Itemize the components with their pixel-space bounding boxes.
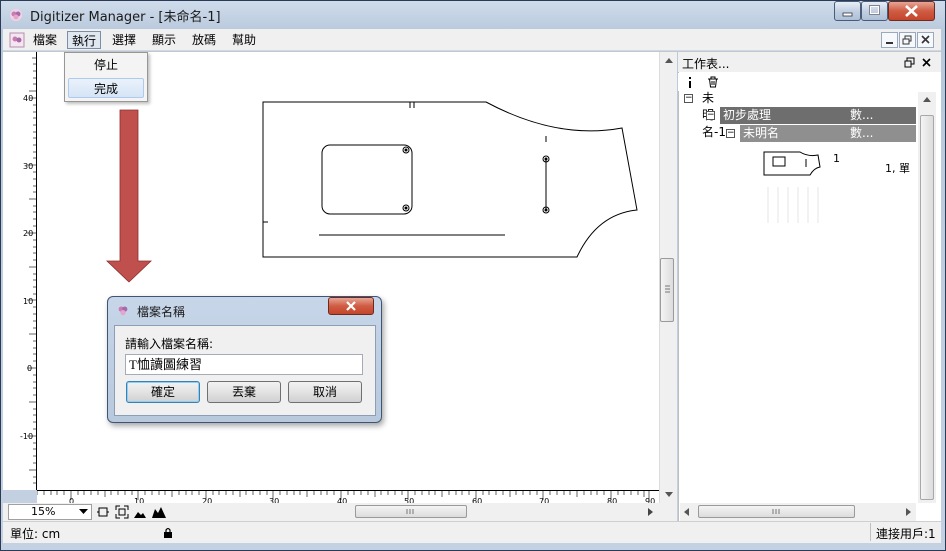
grip-icon	[406, 509, 414, 514]
vertical-ruler: 40 30 20 10 0 -10	[3, 52, 37, 490]
fit-all-icon[interactable]	[115, 505, 129, 519]
ruler-label: 30	[23, 162, 33, 171]
collapse-icon[interactable]: −	[706, 111, 715, 120]
undock-icon[interactable]	[904, 57, 915, 68]
filename-input[interactable]: T恤讀圖練習	[125, 354, 363, 375]
close-icon[interactable]	[921, 57, 932, 68]
minimize-icon	[842, 12, 853, 17]
ruler-label: 40	[23, 94, 33, 103]
dialog-title: 檔案名稱	[137, 305, 186, 319]
maximize-icon	[869, 5, 880, 15]
app-icon	[10, 9, 22, 21]
unit-label: 單位: cm	[10, 527, 61, 541]
collapse-icon[interactable]: −	[726, 129, 735, 138]
lock-icon	[164, 527, 172, 538]
menu-item-stop[interactable]: 停止	[68, 55, 144, 75]
tree-group-label: 初步處理	[723, 108, 772, 122]
piece-info: 1, 單	[885, 162, 910, 175]
app-icon	[118, 306, 128, 316]
close-icon	[346, 301, 356, 311]
ruler-label: 20	[23, 229, 33, 238]
zoom-small-icon[interactable]	[133, 505, 147, 519]
pattern-thumbnail	[763, 151, 821, 223]
menu-select[interactable]: 選擇	[108, 31, 140, 49]
mdi-minimize-button[interactable]	[881, 32, 898, 48]
tree-child-label: 未明名	[743, 126, 780, 140]
menu-view[interactable]: 顯示	[148, 31, 180, 49]
tree-group-value: 數...	[850, 108, 874, 122]
menu-execute[interactable]: 執行	[67, 31, 102, 49]
zoom-large-icon[interactable]	[151, 505, 167, 519]
execute-menu-dropdown: 停止 完成	[64, 52, 148, 102]
maximize-button[interactable]	[861, 1, 888, 21]
window-title: Digitizer Manager - [未命名-1]	[30, 10, 221, 25]
vertical-ruler-ticks: 40 30 20 10 0 -10	[20, 57, 36, 484]
mdi-restore-button[interactable]	[899, 32, 916, 48]
status-divider	[870, 523, 871, 541]
tree-child-value: 數...	[850, 126, 874, 140]
collapse-icon[interactable]: −	[684, 94, 693, 103]
piece-thumbnail[interactable]	[758, 147, 828, 223]
mdi-close-button[interactable]	[917, 32, 934, 48]
restore-icon	[902, 35, 912, 45]
dialog-prompt: 請輸入檔案名稱:	[125, 337, 214, 351]
trash-icon[interactable]	[707, 76, 719, 88]
title-bar[interactable]: Digitizer Manager - [未命名-1]	[0, 0, 946, 30]
fit-width-icon[interactable]	[96, 505, 110, 519]
menu-grading[interactable]: 放碼	[188, 31, 220, 49]
piece-number: 1	[833, 152, 840, 165]
document-icon[interactable]	[9, 32, 25, 48]
status-bar	[3, 521, 941, 543]
ruler-label: -10	[20, 432, 33, 441]
ruler-label: 0	[27, 364, 32, 373]
pocket-rect	[321, 144, 413, 215]
scroll-right-icon[interactable]	[645, 506, 655, 518]
zoom-value: 15%	[31, 505, 56, 518]
info-icon[interactable]	[686, 77, 694, 89]
grip-icon	[665, 285, 670, 293]
chevron-down-icon	[79, 509, 88, 514]
menu-file[interactable]: 檔案	[29, 31, 61, 49]
down-arrow-icon	[102, 108, 156, 286]
discard-button[interactable]: 丟棄	[207, 381, 281, 403]
pattern-outline	[262, 101, 638, 258]
minimize-icon	[886, 42, 893, 44]
panel-vertical-scroll-thumb[interactable]	[920, 115, 934, 500]
panel-title: 工作表...	[682, 57, 730, 71]
grip-icon	[772, 509, 780, 514]
dialog-close-button[interactable]	[328, 297, 374, 315]
canvas-vertical-scroll-thumb[interactable]	[660, 258, 674, 322]
minimize-button[interactable]	[834, 1, 861, 21]
menu-help[interactable]: 幫助	[228, 31, 260, 49]
menu-item-finish[interactable]: 完成	[68, 78, 144, 98]
connection-status: 連接用戶:1	[876, 527, 936, 541]
close-icon	[921, 35, 930, 44]
zoom-select[interactable]: 15%	[8, 504, 92, 520]
ruler-label: 10	[23, 297, 33, 306]
panel-horizontal-scroll-thumb[interactable]	[698, 505, 855, 518]
cancel-button[interactable]: 取消	[288, 381, 362, 403]
canvas-horizontal-scroll-thumb[interactable]	[355, 505, 467, 518]
close-button[interactable]	[888, 1, 935, 21]
tree-group-row[interactable]: 初步處理 數...	[720, 107, 916, 124]
horizontal-ruler: 0 10 20 30 40 50 60 70 80 90	[36, 490, 659, 506]
close-icon	[905, 5, 918, 17]
tree-child-row[interactable]: 未明名 數...	[740, 125, 916, 142]
menu-bar	[3, 29, 941, 51]
ok-button[interactable]: 確定	[126, 381, 200, 403]
